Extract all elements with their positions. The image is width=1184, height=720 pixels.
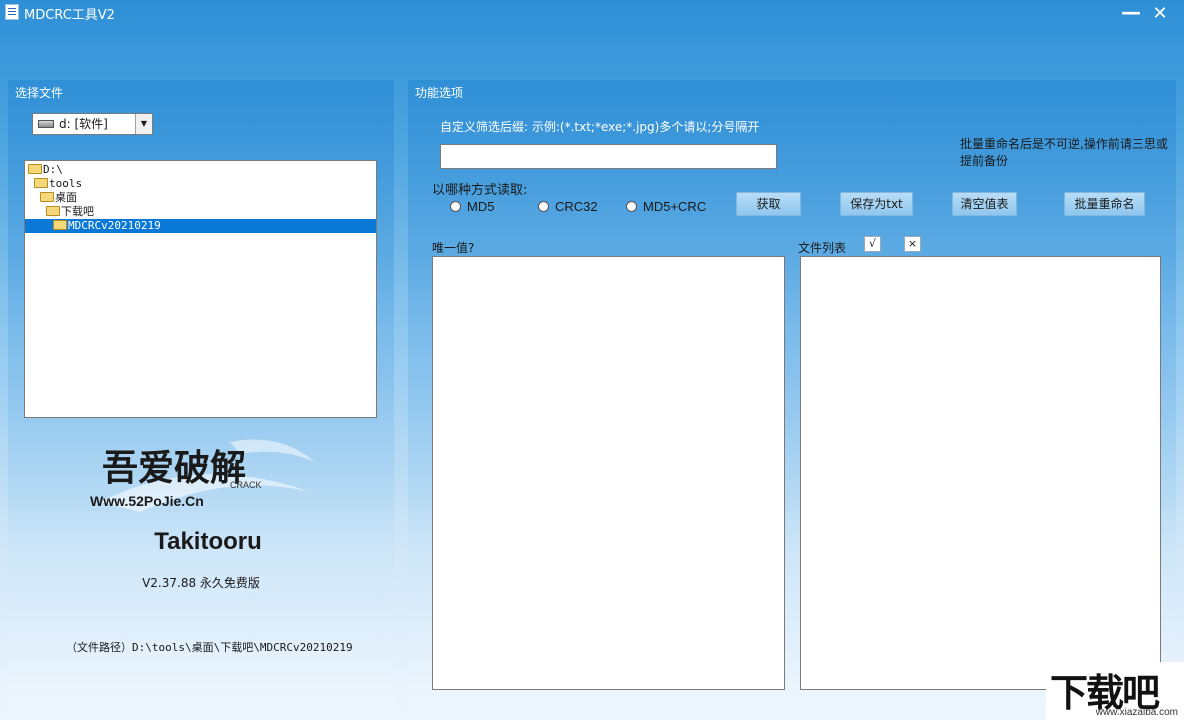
tree-item-mdcrc[interactable]: MDCRCv20210219 <box>25 219 376 233</box>
close-button[interactable]: ✕ <box>1149 3 1171 24</box>
read-mode-label: 以哪种方式读取: <box>432 183 528 198</box>
save-txt-button[interactable]: 保存为txt <box>840 192 913 216</box>
folder-open-icon <box>53 220 67 230</box>
logo-crack-text: CRACK <box>230 480 262 490</box>
batch-rename-button[interactable]: 批量重命名 <box>1064 192 1145 216</box>
title-bar: MDCRC工具V2 — ✕ <box>0 0 1184 30</box>
radio-circle-icon[interactable] <box>626 201 637 212</box>
clear-values-button[interactable]: 清空值表 <box>952 192 1017 216</box>
file-list[interactable] <box>800 256 1161 690</box>
app-icon <box>5 4 19 20</box>
folder-open-icon <box>28 164 42 174</box>
unique-value-list[interactable] <box>432 256 785 690</box>
drive-select[interactable]: d: [软件] ▼ <box>32 113 153 135</box>
52pojie-logo: 吾爱破解 CRACK Www.52PoJie.Cn <box>90 439 315 512</box>
tree-item-desktop[interactable]: 桌面 <box>40 191 77 205</box>
radio-circle-icon[interactable] <box>538 201 549 212</box>
rename-warning: 批量重命名后是不可逆,操作前请三思或提前备份 <box>960 137 1168 168</box>
file-list-label: 文件列表 <box>798 241 847 255</box>
filter-label: 自定义筛选后缀: 示例:(*.txt;*exe;*.jpg)多个请以;分号隔开 <box>440 120 760 134</box>
minimize-button[interactable]: — <box>1120 0 1142 24</box>
version-text: V2.37.88 永久免费版 <box>142 576 260 590</box>
chevron-down-icon[interactable]: ▼ <box>135 114 152 134</box>
folder-open-icon <box>34 178 48 188</box>
function-options-title: 功能选项 <box>415 86 464 100</box>
tree-item-tools[interactable]: tools <box>34 177 82 191</box>
directory-tree[interactable]: D:\ tools 桌面 下载吧 MDCRCv20210219 <box>24 160 377 418</box>
watermark-url-text: www.xiazaiba.com <box>1095 707 1178 718</box>
radio-circle-icon[interactable] <box>450 201 461 212</box>
file-path-text: （文件路径）D:\tools\桌面\下载吧\MDCRCv20210219 <box>66 641 353 654</box>
clear-x-icon[interactable]: × <box>904 236 921 252</box>
drive-value: d: [软件] <box>59 117 108 131</box>
unique-value-label: 唯一值? <box>432 241 475 255</box>
xiazaiba-watermark: 下载吧 www.xiazaiba.com <box>1046 662 1184 720</box>
author-name: Takitooru <box>154 528 262 555</box>
fetch-button[interactable]: 获取 <box>736 192 801 216</box>
tree-item-xiazaiba[interactable]: 下载吧 <box>46 205 94 219</box>
radio-md5[interactable]: MD5 <box>450 199 494 214</box>
filter-input[interactable] <box>440 144 777 169</box>
drive-icon <box>38 120 54 128</box>
logo-site-text: Www.52PoJie.Cn <box>90 493 204 509</box>
folder-open-icon <box>40 192 54 202</box>
select-file-title: 选择文件 <box>15 86 64 100</box>
radio-md5-crc[interactable]: MD5+CRC <box>626 199 706 214</box>
folder-open-icon <box>46 206 60 216</box>
radio-crc32[interactable]: CRC32 <box>538 199 598 214</box>
window-title: MDCRC工具V2 <box>24 8 115 23</box>
tree-item-root[interactable]: D:\ <box>28 163 63 177</box>
check-all-icon[interactable]: √ <box>864 236 881 252</box>
logo-main-text: 吾爱破解 <box>102 447 246 489</box>
